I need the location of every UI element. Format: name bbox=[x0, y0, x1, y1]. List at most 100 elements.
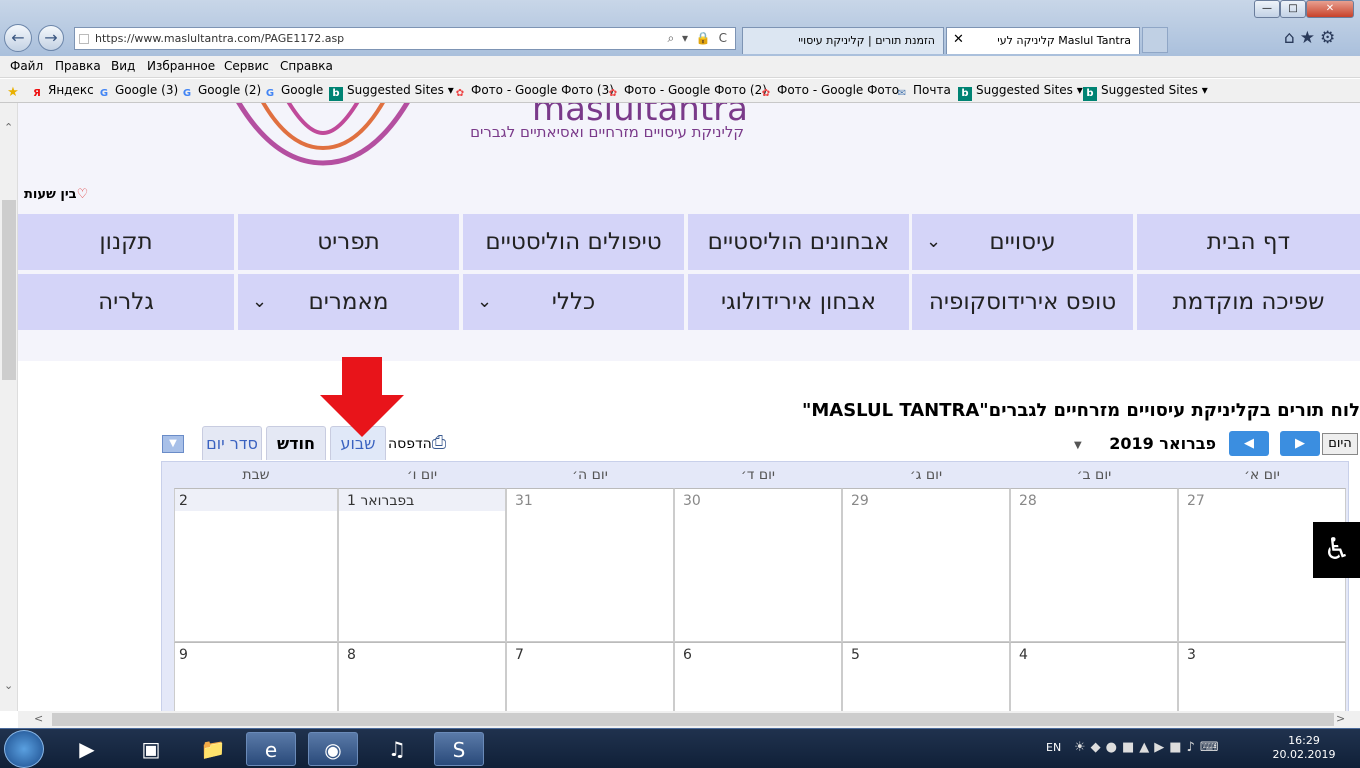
fav-item[interactable]: ✿ Фото - Google Фото (2) bbox=[606, 83, 767, 101]
hours-text: בין שעות bbox=[24, 187, 77, 202]
menu-help[interactable]: Справка bbox=[280, 59, 333, 73]
forward-button[interactable]: → bbox=[38, 25, 64, 51]
menu-view[interactable]: Вид bbox=[111, 59, 135, 73]
tab-booking[interactable]: הזמנת תורים | קליניקת עיסויי bbox=[742, 27, 944, 54]
calendar-day-cell[interactable]: 28 bbox=[1010, 488, 1178, 642]
fav-item[interactable]: Я Яндекс bbox=[30, 83, 94, 101]
next-month-button[interactable]: ▶ bbox=[1280, 431, 1320, 456]
nav-iridoscopy-form[interactable]: טופס אירידוסקופיה bbox=[912, 274, 1133, 330]
nav-treatments[interactable]: טיפולים הוליסטיים bbox=[463, 214, 684, 270]
nav-menu[interactable]: תפריט bbox=[238, 214, 459, 270]
menu-tools[interactable]: Сервис bbox=[224, 59, 269, 73]
address-bar[interactable]: https://www.maslultantra.com/PAGE1172.as… bbox=[74, 27, 736, 50]
nav-general[interactable]: כללי ⌄ bbox=[463, 274, 684, 330]
calendar-day-cell[interactable]: 29 bbox=[842, 488, 1010, 642]
address-controls[interactable]: ⌕ ▾ 🔒 C bbox=[667, 31, 729, 46]
calendar-day-cell[interactable]: 8 bbox=[338, 642, 506, 711]
window-controls: — □ ✕ bbox=[1254, 0, 1356, 20]
calendar-day-cell[interactable]: 2 bbox=[174, 488, 338, 642]
fav-item[interactable]: G Google bbox=[263, 83, 323, 101]
tab-close-icon[interactable]: ✕ bbox=[953, 32, 964, 47]
internet-explorer-icon[interactable]: e bbox=[246, 732, 296, 766]
nav-home[interactable]: דף הבית bbox=[1137, 214, 1360, 270]
calendar-day-cell[interactable]: 4 bbox=[1010, 642, 1178, 711]
calendar-day-cell[interactable]: 1 בפברואר bbox=[338, 488, 506, 642]
fav-item[interactable]: b Suggested Sites ▾ bbox=[958, 83, 1083, 101]
scroll-left-icon[interactable]: < bbox=[34, 712, 43, 725]
star-icon[interactable]: ★ bbox=[1300, 28, 1320, 48]
back-button[interactable]: ← bbox=[4, 24, 32, 52]
today-button[interactable]: היום bbox=[1322, 433, 1358, 455]
menu-file[interactable]: Файл bbox=[10, 59, 43, 73]
wheelchair-icon[interactable]: ♿ bbox=[1313, 522, 1360, 578]
home-icon[interactable]: ⌂ bbox=[1284, 28, 1300, 48]
fav-item[interactable]: G Google (2) bbox=[180, 83, 261, 101]
tab-month[interactable]: חודש bbox=[266, 426, 326, 460]
explorer-folder-icon[interactable]: 📁 bbox=[188, 732, 238, 766]
scroll-down-icon[interactable]: ⌄ bbox=[4, 679, 13, 692]
system-tray[interactable]: ☀◆●■▲▶■♪⌨ bbox=[1074, 740, 1224, 755]
nav-terms[interactable]: תקנון bbox=[18, 214, 234, 270]
month-dropdown-icon[interactable]: ▼ bbox=[1074, 440, 1082, 451]
address-url[interactable]: https://www.maslultantra.com/PAGE1172.as… bbox=[95, 32, 344, 45]
fav-item[interactable]: b Suggested Sites ▾ bbox=[1083, 83, 1208, 101]
day-number: 27 bbox=[1187, 493, 1205, 509]
calendar-day-cell[interactable]: 6 bbox=[674, 642, 842, 711]
fav-item[interactable]: b Suggested Sites ▾ bbox=[329, 83, 454, 101]
menu-edit[interactable]: Правка bbox=[55, 59, 101, 73]
fav-label: Фото - Google Фото (3) bbox=[471, 83, 614, 97]
close-window-button[interactable]: ✕ bbox=[1306, 0, 1354, 18]
fav-item[interactable]: ✉ Почта bbox=[895, 83, 951, 101]
scroll-up-icon[interactable]: ⌃ bbox=[4, 121, 13, 134]
horizontal-scroll-thumb[interactable] bbox=[52, 713, 1334, 726]
nav-diagnoses[interactable]: אבחונים הוליסטיים bbox=[688, 214, 909, 270]
month-label[interactable]: פברואר 2019 bbox=[1084, 434, 1216, 453]
scroll-right-icon[interactable]: > bbox=[1336, 712, 1345, 725]
day-number: 28 bbox=[1019, 493, 1037, 509]
nav-massages[interactable]: עיסויים ⌄ bbox=[912, 214, 1133, 270]
calendar-day-cell[interactable]: 7 bbox=[506, 642, 674, 711]
clock[interactable]: 16:29 20.02.2019 bbox=[1272, 734, 1336, 762]
fav-label: Фото - Google Фото bbox=[777, 83, 900, 97]
calendar-day-cell[interactable]: 3 bbox=[1178, 642, 1346, 711]
favorites-star-icon[interactable]: ★ bbox=[6, 83, 24, 100]
gear-icon[interactable]: ⚙ bbox=[1320, 28, 1340, 48]
bing-icon: b bbox=[958, 87, 972, 101]
day-header: יום ה׳ bbox=[572, 467, 608, 483]
tab-maslul-tantra[interactable]: Maslul Tantra קליניקה לעי ✕ bbox=[946, 27, 1140, 54]
skype-icon[interactable]: S bbox=[434, 732, 484, 766]
vertical-scrollbar[interactable]: ⌃ ⌄ bbox=[0, 103, 18, 711]
language-indicator[interactable]: EN bbox=[1046, 741, 1061, 754]
nav-iridology[interactable]: אבחון אירידולוגי bbox=[688, 274, 909, 330]
calendar-day-cell[interactable]: 30 bbox=[674, 488, 842, 642]
minimize-button[interactable]: — bbox=[1254, 0, 1280, 18]
hp-icon[interactable]: ▣ bbox=[126, 732, 176, 766]
fav-item[interactable]: ✿ Фото - Google Фото (3) bbox=[453, 83, 614, 101]
calendar-day-cell[interactable]: 31 bbox=[506, 488, 674, 642]
nav-premature[interactable]: שפיכה מוקדמת bbox=[1137, 274, 1360, 330]
fav-item[interactable]: ✿ Фото - Google Фото bbox=[759, 83, 899, 101]
nav-gallery[interactable]: גלריה bbox=[18, 274, 234, 330]
fav-item[interactable]: G Google (3) bbox=[97, 83, 178, 101]
calendar-day-cell[interactable]: 9 bbox=[174, 642, 338, 711]
tab-agenda[interactable]: סדר יום bbox=[202, 426, 262, 460]
media-player-icon[interactable]: ▶ bbox=[62, 732, 112, 766]
maximize-button[interactable]: □ bbox=[1280, 0, 1306, 18]
prev-month-button[interactable]: ◀ bbox=[1229, 431, 1269, 456]
menu-favorites[interactable]: Избранное bbox=[147, 59, 215, 73]
fav-label: Яндекс bbox=[48, 83, 94, 97]
nav-label: תפריט bbox=[317, 229, 380, 255]
audio-icon[interactable]: ♫ bbox=[372, 732, 422, 766]
day-number: 3 bbox=[1187, 647, 1196, 663]
nav-articles[interactable]: מאמרים ⌄ bbox=[238, 274, 459, 330]
menu-bar: Файл Правка Вид Избранное Сервис Справка bbox=[0, 56, 1360, 78]
day-header: יום ד׳ bbox=[740, 467, 776, 483]
view-dropdown-icon[interactable]: ▼ bbox=[162, 435, 184, 453]
vertical-scroll-thumb[interactable] bbox=[2, 200, 16, 380]
calendar-day-cell[interactable]: 5 bbox=[842, 642, 1010, 711]
google-photos-icon: ✿ bbox=[455, 88, 465, 99]
chrome-icon[interactable]: ◉ bbox=[308, 732, 358, 766]
start-button[interactable] bbox=[4, 730, 44, 768]
day-number: 4 bbox=[1019, 647, 1028, 663]
new-tab-button[interactable] bbox=[1142, 27, 1168, 53]
